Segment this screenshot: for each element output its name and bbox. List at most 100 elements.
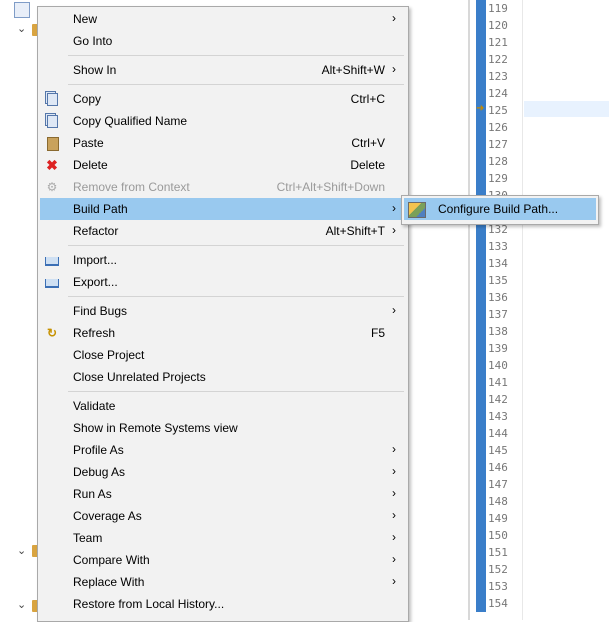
chevron-down-icon[interactable]: ⌄ xyxy=(17,544,26,557)
line-number: 153 xyxy=(488,580,508,593)
menu-item-go-into[interactable]: Go Into xyxy=(40,30,406,52)
menu-item-refresh[interactable]: ↻ Refresh F5 xyxy=(40,322,406,344)
menu-item-shortcut: Ctrl+V xyxy=(351,136,385,150)
menu-item-paste[interactable]: Paste Ctrl+V xyxy=(40,132,406,154)
chevron-right-icon: › xyxy=(392,464,396,478)
copy-icon xyxy=(47,93,58,106)
context-menu: New › Go Into Show In Alt+Shift+W › Copy Ctrl+C… xyxy=(37,6,409,622)
menu-item-label: Close Unrelated Projects xyxy=(73,370,206,384)
menu-item-restore-from-local-history[interactable]: Restore from Local History... xyxy=(40,593,406,615)
menu-item-delete[interactable]: ✖ Delete Delete xyxy=(40,154,406,176)
menu-item-compare-with[interactable]: Compare With › xyxy=(40,549,406,571)
chevron-right-icon: › xyxy=(392,11,396,25)
menu-item-label: Go Into xyxy=(73,34,113,48)
menu-item-label: Delete xyxy=(73,158,108,172)
menu-item-export[interactable]: Export... xyxy=(40,271,406,293)
line-number: 154 xyxy=(488,597,508,610)
chevron-right-icon: › xyxy=(392,442,396,456)
line-number: 143 xyxy=(488,410,508,423)
line-number: 147 xyxy=(488,478,508,491)
menu-item-label: Debug As xyxy=(73,465,126,479)
menu-item-validate[interactable]: Validate xyxy=(40,395,406,417)
line-number: 137 xyxy=(488,308,508,321)
export-icon xyxy=(45,279,59,288)
line-number: 133 xyxy=(488,240,508,253)
menu-item-label: Team xyxy=(73,531,103,545)
menu-item-label: Coverage As xyxy=(73,509,142,523)
menu-item-label: Remove from Context xyxy=(73,180,190,194)
menu-item-label: Find Bugs xyxy=(73,304,128,318)
menu-item-shortcut: F5 xyxy=(370,326,385,340)
menu-item-shortcut: Alt+Shift+W xyxy=(321,63,385,77)
menu-item-show-in-remote-systems-view[interactable]: Show in Remote Systems view xyxy=(40,417,406,439)
chevron-down-icon[interactable]: ⌄ xyxy=(17,22,26,35)
menu-item-label: Show In xyxy=(73,63,117,77)
menu-item-import[interactable]: Import... xyxy=(40,249,406,271)
chevron-right-icon: › xyxy=(392,201,396,215)
menu-item-show-in[interactable]: Show In Alt+Shift+W › xyxy=(40,59,406,81)
line-number: 126 xyxy=(488,121,508,134)
menu-item-label: New xyxy=(73,12,98,26)
menu-item-label: Import... xyxy=(73,253,118,267)
menu-item-label: Configure Build Path... xyxy=(438,202,559,216)
line-number: 151 xyxy=(488,546,508,559)
import-icon xyxy=(45,257,59,266)
menu-separator xyxy=(68,245,404,246)
menu-item-remove-from-context: ⚙ Remove from Context Ctrl+Alt+Shift+Down xyxy=(40,176,406,198)
menu-item-label: Export... xyxy=(73,275,118,289)
menu-item-team[interactable]: Team › xyxy=(40,527,406,549)
menu-item-copy-qualified-name[interactable]: Copy Qualified Name xyxy=(40,110,406,132)
menu-item-copy[interactable]: Copy Ctrl+C xyxy=(40,88,406,110)
line-number: 124 xyxy=(488,87,508,100)
chevron-right-icon: › xyxy=(392,62,396,76)
line-number: 140 xyxy=(488,359,508,372)
line-number: 119 xyxy=(488,2,508,15)
menu-item-label: Refactor xyxy=(73,224,119,238)
menu-item-build-path[interactable]: Build Path › xyxy=(40,198,406,220)
menu-item-close-unrelated-projects[interactable]: Close Unrelated Projects xyxy=(40,366,406,388)
line-number: 135 xyxy=(488,274,508,287)
menu-item-run-as[interactable]: Run As › xyxy=(40,483,406,505)
menu-item-new[interactable]: New › xyxy=(40,8,406,30)
copy-icon xyxy=(47,115,58,128)
menu-item-label: Copy Qualified Name xyxy=(73,114,188,128)
view-divider[interactable] xyxy=(468,0,470,620)
menu-item-label: Build Path xyxy=(73,202,128,216)
menu-item-label: Refresh xyxy=(73,326,116,340)
menu-item-find-bugs[interactable]: Find Bugs › xyxy=(40,300,406,322)
menu-item-shortcut: Ctrl+Alt+Shift+Down xyxy=(276,180,385,194)
menu-separator xyxy=(68,391,404,392)
menu-item-profile-as[interactable]: Profile As › xyxy=(40,439,406,461)
chevron-right-icon: › xyxy=(392,223,396,237)
menu-item-coverage-as[interactable]: Coverage As › xyxy=(40,505,406,527)
menu-item-label: Compare With xyxy=(73,553,150,567)
project-icon[interactable] xyxy=(14,2,30,18)
line-number: 136 xyxy=(488,291,508,304)
menu-item-label: Restore from Local History... xyxy=(73,597,225,611)
chevron-down-icon[interactable]: ⌄ xyxy=(17,598,26,611)
paste-icon xyxy=(47,137,59,151)
menu-item-configure-build-path[interactable]: Configure Build Path... xyxy=(404,198,596,220)
menu-item-shortcut: Ctrl+C xyxy=(350,92,385,106)
menu-item-label: Copy xyxy=(73,92,102,106)
chevron-right-icon: › xyxy=(392,508,396,522)
line-number: 125 xyxy=(488,104,508,117)
line-number: 138 xyxy=(488,325,508,338)
line-number: 122 xyxy=(488,53,508,66)
line-number: 142 xyxy=(488,393,508,406)
line-number: 145 xyxy=(488,444,508,457)
chevron-right-icon: › xyxy=(392,303,396,317)
menu-item-label: Replace With xyxy=(73,575,145,589)
menu-item-label: Close Project xyxy=(73,348,145,362)
line-number: 128 xyxy=(488,155,508,168)
menu-item-replace-with[interactable]: Replace With › xyxy=(40,571,406,593)
line-number: 144 xyxy=(488,427,508,440)
menu-item-close-project[interactable]: Close Project xyxy=(40,344,406,366)
project-explorer-tree: ⌄ ⌄ ⌄ xyxy=(0,0,40,620)
menu-item-debug-as[interactable]: Debug As › xyxy=(40,461,406,483)
chevron-right-icon: › xyxy=(392,574,396,588)
line-number-ruler: 1191201211221231241251261271281291301311… xyxy=(486,0,522,612)
line-number: 129 xyxy=(488,172,508,185)
menu-separator xyxy=(68,55,404,56)
menu-item-refactor[interactable]: Refactor Alt+Shift+T › xyxy=(40,220,406,242)
